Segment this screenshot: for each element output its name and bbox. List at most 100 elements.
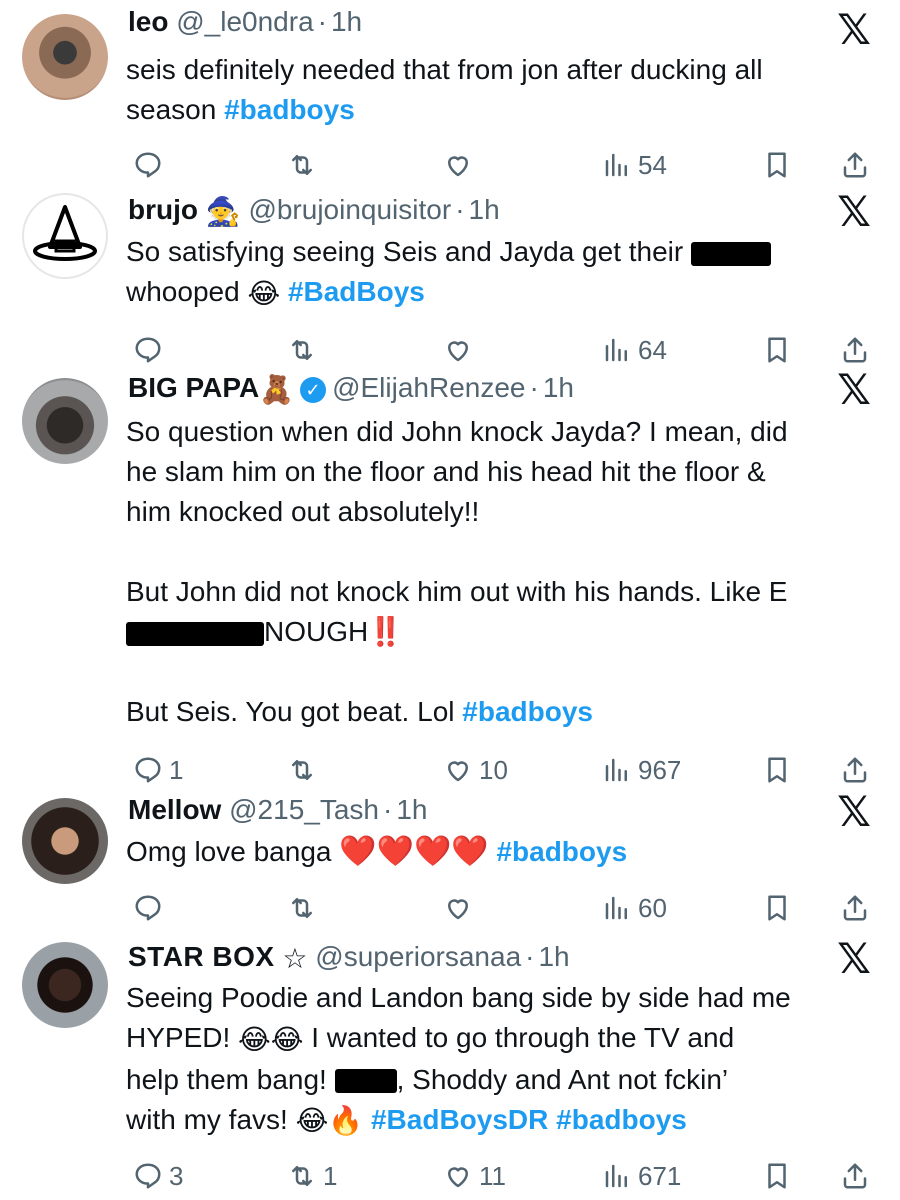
avatar[interactable] (22, 193, 108, 279)
heart-icon (443, 893, 473, 923)
double-exclamation-emoji-icon: ‼️ (368, 616, 404, 647)
share-button[interactable] (840, 748, 870, 788)
bookmark-icon (762, 335, 792, 365)
views-icon (602, 335, 632, 365)
retweet-count: 1 (323, 1161, 338, 1192)
like-button[interactable]: 11 (443, 1154, 506, 1194)
avatar[interactable] (22, 942, 108, 1028)
retweet-button[interactable] (287, 328, 317, 368)
views-icon (602, 1161, 632, 1191)
share-button[interactable] (840, 328, 870, 368)
views-button[interactable]: 54 (602, 143, 667, 183)
views-count: 64 (638, 335, 667, 366)
like-button[interactable] (443, 328, 473, 368)
tweet-line: Omg love banga (126, 836, 332, 867)
like-count: 11 (479, 1161, 506, 1192)
tweet-text: So question when did John knock Jayda? I… (126, 412, 870, 732)
retweet-button[interactable] (287, 886, 317, 926)
tweet-line: help them bang! (126, 1063, 327, 1095)
hashtag-link[interactable]: #badboys (224, 94, 355, 125)
tweet-line: I wanted to go through the TV and (311, 1022, 735, 1053)
views-count: 671 (638, 1161, 682, 1192)
bookmark-icon (762, 1161, 792, 1191)
bookmark-icon (762, 755, 792, 785)
tweet-text: Omg love banga ❤️❤️❤️❤️ #badboys (126, 832, 870, 872)
views-button[interactable]: 671 (602, 1154, 681, 1194)
x-logo-icon: 𝕏 (837, 787, 871, 836)
views-count: 967 (638, 755, 682, 786)
timestamp[interactable]: 1h (331, 6, 362, 37)
share-icon (840, 335, 870, 365)
tweet-line: whooped (126, 276, 240, 307)
hashtag-link[interactable]: #badboys (462, 696, 593, 727)
like-button[interactable] (443, 886, 473, 926)
tweet-header: brujo 🧙 @brujoinquisitor · 1h (128, 190, 840, 230)
author-handle[interactable]: @ElijahRenzee (332, 372, 525, 403)
reply-button[interactable]: 3 (133, 1154, 183, 1194)
avatar[interactable] (22, 378, 108, 464)
views-button[interactable]: 60 (602, 886, 667, 926)
tweet-actions: 3 1 11 671 (0, 1154, 900, 1194)
author-name[interactable]: BIG PAPA (128, 372, 259, 403)
bookmark-button[interactable] (762, 886, 792, 926)
retweet-icon (287, 335, 317, 365)
reply-icon (133, 1161, 163, 1191)
author-handle[interactable]: @215_Tash (229, 794, 379, 825)
reply-count: 3 (169, 1161, 184, 1192)
share-button[interactable] (840, 886, 870, 926)
reply-button[interactable]: 1 (133, 748, 183, 788)
reply-button[interactable] (133, 328, 163, 368)
author-name[interactable]: STAR BOX (128, 941, 275, 972)
views-button[interactable]: 967 (602, 748, 681, 788)
reply-icon (133, 150, 163, 180)
hashtag-link[interactable]: #BadBoysDR (371, 1104, 548, 1135)
fire-emoji-icon: 🔥 (328, 1105, 364, 1137)
wizard-emoji-icon: 🧙 (205, 195, 241, 227)
bookmark-button[interactable] (762, 1154, 792, 1194)
author-name[interactable]: Mellow (128, 794, 221, 825)
timestamp[interactable]: 1h (538, 941, 569, 972)
reply-count: 1 (169, 755, 184, 786)
teddy-bear-emoji-icon: 🧸 (259, 373, 295, 405)
views-icon (602, 755, 632, 785)
bookmark-button[interactable] (762, 748, 792, 788)
reply-button[interactable] (133, 886, 163, 926)
author-handle[interactable]: @superiorsanaa (315, 941, 521, 972)
redaction-bar (334, 1069, 397, 1094)
reply-button[interactable] (133, 143, 163, 183)
share-button[interactable] (840, 1154, 870, 1194)
retweet-button[interactable]: 1 (287, 1154, 337, 1194)
reply-icon (133, 755, 163, 785)
timestamp[interactable]: 1h (469, 194, 500, 225)
bookmark-button[interactable] (762, 328, 792, 368)
like-button[interactable] (443, 143, 473, 183)
timestamp[interactable]: 1h (396, 794, 427, 825)
reply-icon (133, 335, 163, 365)
avatar[interactable] (22, 14, 108, 100)
views-button[interactable]: 64 (602, 328, 667, 368)
hashtag-link[interactable]: #badboys (496, 836, 627, 867)
hashtag-link[interactable]: #BadBoys (288, 276, 425, 307)
tweet-header: BIG PAPA🧸 ✓ @ElijahRenzee · 1h (128, 368, 840, 408)
author-handle[interactable]: @brujoinquisitor (248, 194, 451, 225)
bookmark-button[interactable] (762, 143, 792, 183)
author-name[interactable]: brujo (128, 194, 198, 225)
witch-hat-icon (33, 205, 97, 261)
hashtag-link[interactable]: #badboys (556, 1104, 687, 1135)
tweet-header: leo @_le0ndra · 1h (128, 6, 363, 37)
tweet-line: with my favs! (126, 1103, 288, 1135)
star-outline-icon: ☆ (282, 942, 308, 974)
retweet-icon (287, 893, 317, 923)
avatar[interactable] (22, 798, 108, 884)
retweet-button[interactable] (287, 143, 317, 183)
views-count: 54 (638, 150, 667, 181)
timestamp[interactable]: 1h (543, 372, 574, 403)
tweet-text: So satisfying seeing Seis and Jayda get … (126, 232, 870, 314)
like-button[interactable]: 10 (443, 748, 508, 788)
author-handle[interactable]: @_le0ndra (176, 6, 313, 37)
retweet-button[interactable] (287, 748, 317, 788)
share-icon (840, 1161, 870, 1191)
share-button[interactable] (840, 143, 870, 183)
author-name[interactable]: leo (128, 6, 168, 37)
tweet-line: So satisfying seeing Seis and Jayda get … (126, 236, 684, 267)
